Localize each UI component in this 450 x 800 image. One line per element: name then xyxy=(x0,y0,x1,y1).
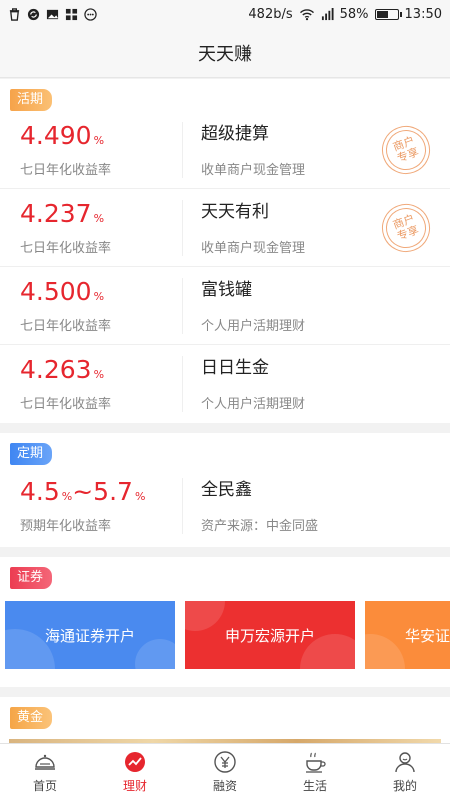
broker-card-haitong[interactable]: 海通证券开户 xyxy=(5,601,175,669)
product-desc: 个人用户活期理财 xyxy=(201,318,306,334)
status-notification-icons xyxy=(8,7,97,21)
battery-percent: 58% xyxy=(339,6,369,22)
section-current: 活期 4.490% 七日年化收益率 超级捷算 收单商户现金管理 商户 专享 4.… xyxy=(0,79,450,423)
tab-label: 首页 xyxy=(32,779,57,793)
yield-label: 七日年化收益率 xyxy=(20,162,112,178)
status-bar: 482b/s 58% 13:50 xyxy=(0,0,450,28)
section-tag-fixed: 定期 xyxy=(10,443,53,465)
grid-app-icon xyxy=(65,8,78,20)
person-icon xyxy=(395,752,415,773)
more-dots-icon xyxy=(84,7,97,21)
image-icon xyxy=(46,9,59,19)
tab-mine[interactable]: 我的 xyxy=(360,744,450,800)
product-desc: 个人用户活期理财 xyxy=(201,397,306,412)
broker-card-row[interactable]: 海通证券开户 申万宏源开户 华安证券开户 xyxy=(0,589,450,687)
finance-chart-icon xyxy=(125,752,145,772)
yield-label: 七日年化收益率 xyxy=(20,397,112,412)
page-title: 天天赚 xyxy=(198,43,252,65)
battery-icon xyxy=(374,8,402,20)
network-speed: 482b/s xyxy=(248,6,293,22)
section-tag-current: 活期 xyxy=(10,89,53,111)
section-gold: 黄金 xyxy=(0,697,450,743)
yield-label: 预期年化收益率 xyxy=(20,519,112,534)
product-row-fuqianguan[interactable]: 4.500% 七日年化收益率 富钱罐 个人用户活期理财 xyxy=(0,267,450,345)
section-tag-securities: 证券 xyxy=(10,567,53,589)
yield-range: 4.5 %~5.7% xyxy=(20,477,146,506)
clock-time: 13:50 xyxy=(404,6,442,22)
yield-label: 七日年化收益率 xyxy=(20,240,112,256)
battery-level-fill xyxy=(376,10,388,18)
coffee-cup-icon xyxy=(306,752,326,773)
main-content[interactable]: 活期 4.490% 七日年化收益率 超级捷算 收单商户现金管理 商户 专享 4.… xyxy=(0,79,450,743)
section-fixed: 定期 4.5 %~5.7% 预期年化收益率 全民鑫 资产来源：中金同盛 xyxy=(0,433,450,547)
tab-financing[interactable]: 融资 xyxy=(180,744,270,800)
tab-finance[interactable]: 理财 xyxy=(90,744,180,800)
broker-card-shenwan[interactable]: 申万宏源开户 xyxy=(185,601,355,669)
section-securities: 证券 海通证券开户 申万宏源开户 华安证券开户 xyxy=(0,557,450,687)
tab-label: 融资 xyxy=(212,779,237,793)
tab-label: 我的 xyxy=(392,779,417,793)
trash-icon xyxy=(9,7,20,21)
product-row-chaoji[interactable]: 4.490% 七日年化收益率 超级捷算 收单商户现金管理 商户 专享 xyxy=(0,111,450,189)
tab-life[interactable]: 生活 xyxy=(270,744,360,800)
yield-rate: 4.263% xyxy=(20,355,105,384)
product-name: 全民鑫 xyxy=(201,480,252,500)
tab-label: 生活 xyxy=(302,779,327,793)
section-tag-gold: 黄金 xyxy=(10,707,53,729)
bottom-tab-bar: 首页 理财 融资 生活 我的 xyxy=(0,743,450,800)
product-desc: 资产来源：中金同盛 xyxy=(201,519,319,534)
tab-label: 理财 xyxy=(122,779,147,793)
page-header: 天天赚 xyxy=(0,28,450,78)
tab-home[interactable]: 首页 xyxy=(0,744,90,800)
yield-label: 七日年化收益率 xyxy=(20,318,112,334)
home-dome-icon xyxy=(35,754,55,770)
product-name: 日日生金 xyxy=(201,358,269,378)
product-row-riri[interactable]: 4.263% 七日年化收益率 日日生金 个人用户活期理财 xyxy=(0,345,450,423)
product-name: 富钱罐 xyxy=(201,279,252,300)
financing-icon xyxy=(214,751,236,773)
yield-rate: 4.500% xyxy=(20,276,105,306)
sync-icon xyxy=(27,8,40,20)
broker-card-huaan[interactable]: 华安证券开户 xyxy=(365,601,450,669)
wifi-icon xyxy=(299,8,314,20)
signal-icon xyxy=(321,7,334,20)
product-row-tiantian[interactable]: 4.237% 七日年化收益率 天天有利 收单商户现金管理 商户 专享 xyxy=(0,189,450,267)
yield-rate: 4.237% xyxy=(20,198,105,228)
yield-rate: 4.490% xyxy=(20,120,105,150)
product-row-quanminxin[interactable]: 4.5 %~5.7% 预期年化收益率 全民鑫 资产来源：中金同盛 xyxy=(0,465,450,547)
